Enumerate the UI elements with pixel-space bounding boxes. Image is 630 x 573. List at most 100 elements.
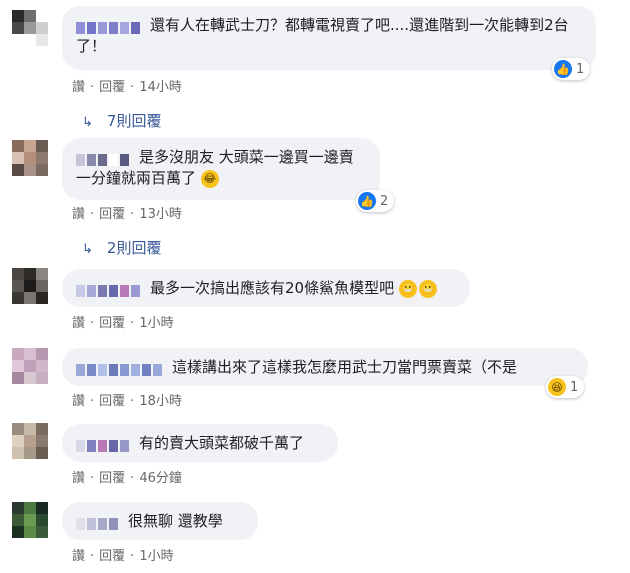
avatar-pixel bbox=[12, 360, 24, 372]
reply-arrow-icon: ↳ bbox=[82, 242, 93, 257]
comment-bubble: 這樣講出來了這樣我怎麼用武士刀當門票賣菜（不是 bbox=[62, 348, 588, 386]
avatar-pixel bbox=[36, 526, 48, 538]
comment-text: 還有人在轉武士刀？都轉電視賣了吧....還進階到一次能轉到2台了！ bbox=[76, 16, 569, 55]
avatar-pixel bbox=[12, 268, 24, 280]
name-pixel bbox=[142, 363, 151, 376]
avatar-pixel bbox=[12, 372, 24, 384]
avatar-pixel bbox=[12, 152, 24, 164]
avatar-pixel bbox=[24, 268, 36, 280]
avatar-pixel bbox=[36, 423, 48, 435]
comment-bubble: 很無聊 還教學 bbox=[62, 502, 258, 540]
avatar-pixel bbox=[36, 164, 48, 176]
author-name[interactable] bbox=[76, 19, 142, 34]
comment-bubble: 是多沒朋友 大頭菜一邊買一邊賣一分鐘就兩百萬了 😂 bbox=[62, 138, 380, 200]
avatar-pixel bbox=[24, 502, 36, 514]
name-pixel bbox=[76, 439, 85, 452]
timestamp[interactable]: 46分鐘 bbox=[139, 467, 182, 486]
avatar-pixel bbox=[24, 22, 36, 34]
comment-actions: 讚 · 回覆 · 1小時 bbox=[72, 312, 174, 331]
timestamp[interactable]: 1小時 bbox=[139, 545, 173, 564]
comment-actions: 讚 · 回覆 · 14小時 bbox=[72, 76, 182, 95]
name-pixel bbox=[109, 21, 118, 34]
avatar-pixel bbox=[24, 10, 36, 22]
reply-button[interactable]: 回覆 bbox=[99, 545, 125, 564]
avatar-pixel bbox=[24, 435, 36, 447]
avatar-pixel bbox=[36, 502, 48, 514]
avatar-pixel bbox=[36, 22, 48, 34]
name-pixel bbox=[87, 517, 96, 530]
name-pixel bbox=[109, 153, 118, 166]
name-pixel bbox=[98, 439, 107, 452]
name-pixel bbox=[120, 439, 129, 452]
name-pixel bbox=[120, 153, 129, 166]
avatar[interactable] bbox=[12, 140, 48, 176]
author-name[interactable] bbox=[76, 437, 131, 452]
timestamp[interactable]: 13小時 bbox=[139, 203, 182, 222]
author-name[interactable] bbox=[76, 515, 120, 530]
avatar-pixel bbox=[24, 526, 36, 538]
reaction-count[interactable]: 😆 1 bbox=[546, 376, 585, 398]
comment-text: 最多一次搞出應該有20條鯊魚模型吧 bbox=[150, 279, 395, 297]
like-button[interactable]: 讚 bbox=[72, 76, 85, 95]
timestamp[interactable]: 18小時 bbox=[139, 390, 182, 409]
avatar-pixel bbox=[12, 164, 24, 176]
avatar[interactable] bbox=[12, 348, 48, 384]
avatar-pixel bbox=[36, 435, 48, 447]
avatar-pixel bbox=[36, 140, 48, 152]
name-pixel bbox=[109, 284, 118, 297]
view-replies-link[interactable]: ↳ 2則回覆 bbox=[82, 237, 161, 258]
comment-actions: 讚 · 回覆 · 46分鐘 bbox=[72, 467, 182, 486]
comment-bubble: 最多一次搞出應該有20條鯊魚模型吧 😬 😬 bbox=[62, 269, 470, 307]
reply-button[interactable]: 回覆 bbox=[99, 76, 125, 95]
avatar[interactable] bbox=[12, 10, 48, 46]
like-button[interactable]: 讚 bbox=[72, 467, 85, 486]
reply-button[interactable]: 回覆 bbox=[99, 390, 125, 409]
like-button[interactable]: 讚 bbox=[72, 203, 85, 222]
reaction-count[interactable]: 👍 1 bbox=[552, 58, 591, 80]
avatar-pixel bbox=[36, 514, 48, 526]
reply-button[interactable]: 回覆 bbox=[99, 312, 125, 331]
avatar-pixel bbox=[12, 280, 24, 292]
avatar[interactable] bbox=[12, 268, 48, 304]
grimace-emoji: 😬 bbox=[398, 279, 417, 298]
avatar[interactable] bbox=[12, 423, 48, 459]
name-pixel bbox=[76, 363, 85, 376]
avatar-pixel bbox=[24, 372, 36, 384]
author-name[interactable] bbox=[76, 151, 131, 166]
comment-text: 有的賣大頭菜都破千萬了 bbox=[139, 434, 305, 452]
name-pixel bbox=[98, 21, 107, 34]
comment-actions: 讚 · 回覆 · 1小時 bbox=[72, 545, 174, 564]
avatar[interactable] bbox=[12, 502, 48, 538]
like-button[interactable]: 讚 bbox=[72, 312, 85, 331]
reply-button[interactable]: 回覆 bbox=[99, 203, 125, 222]
avatar-pixel bbox=[24, 447, 36, 459]
name-pixel bbox=[109, 517, 118, 530]
avatar-pixel bbox=[12, 140, 24, 152]
avatar-pixel bbox=[12, 435, 24, 447]
author-name[interactable] bbox=[76, 282, 142, 297]
like-icon: 👍 bbox=[554, 60, 572, 78]
avatar-pixel bbox=[36, 10, 48, 22]
name-pixel bbox=[87, 363, 96, 376]
name-pixel bbox=[87, 439, 96, 452]
avatar-pixel bbox=[12, 447, 24, 459]
like-button[interactable]: 讚 bbox=[72, 545, 85, 564]
name-pixel bbox=[98, 363, 107, 376]
avatar-pixel bbox=[36, 292, 48, 304]
avatar-pixel bbox=[36, 280, 48, 292]
avatar-pixel bbox=[36, 34, 48, 46]
name-pixel bbox=[87, 153, 96, 166]
avatar-pixel bbox=[24, 280, 36, 292]
like-button[interactable]: 讚 bbox=[72, 390, 85, 409]
avatar-pixel bbox=[36, 268, 48, 280]
reply-button[interactable]: 回覆 bbox=[99, 467, 125, 486]
avatar-pixel bbox=[24, 423, 36, 435]
view-replies-link[interactable]: ↳ 7則回覆 bbox=[82, 110, 161, 131]
reaction-count[interactable]: 👍 2 bbox=[356, 190, 395, 212]
comment-text: 這樣講出來了這樣我怎麼用武士刀當門票賣菜（不是 bbox=[172, 358, 518, 376]
timestamp[interactable]: 1小時 bbox=[139, 312, 173, 331]
author-name[interactable] bbox=[76, 361, 164, 376]
name-pixel bbox=[76, 153, 85, 166]
timestamp[interactable]: 14小時 bbox=[139, 76, 182, 95]
avatar-pixel bbox=[36, 360, 48, 372]
